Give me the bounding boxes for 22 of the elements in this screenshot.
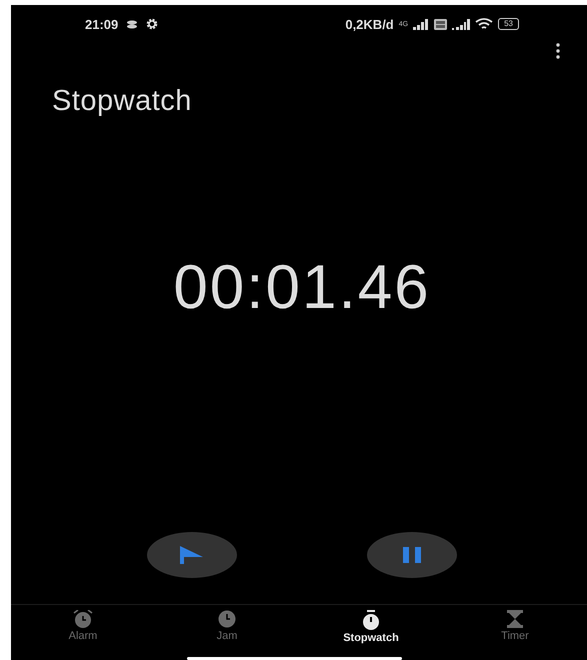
pause-icon [403, 547, 421, 563]
stopwatch-icon [362, 610, 380, 630]
battery-indicator: 53 [498, 18, 519, 30]
volte-icon [434, 18, 448, 30]
status-time: 21:09 [85, 16, 118, 32]
page-title: Stopwatch [51, 85, 193, 118]
signal-icon [413, 18, 430, 30]
elapsed-time: 00:01.46 [173, 252, 431, 323]
nav-tab[interactable]: Jam [155, 610, 299, 655]
wifi-icon [475, 18, 494, 30]
clock-icon [218, 610, 236, 628]
nav-tab[interactable]: Timer [443, 610, 587, 655]
layers-icon [126, 20, 138, 28]
nav-tab[interactable]: Alarm [11, 610, 155, 655]
flag-icon [180, 546, 204, 564]
more-icon[interactable] [556, 43, 560, 59]
data-rate: 0,2KB/d [345, 16, 394, 32]
hourglass-icon [507, 610, 523, 628]
nav-tab[interactable]: Stopwatch [299, 610, 443, 655]
settings-icon [146, 18, 158, 30]
alarm-clock-icon [72, 610, 94, 628]
signal-icon [452, 18, 470, 30]
